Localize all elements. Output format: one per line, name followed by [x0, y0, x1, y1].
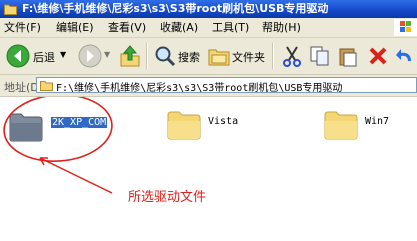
- back-arrow-icon: [6, 44, 30, 68]
- toolbar-separator: [146, 43, 148, 69]
- search-icon: [155, 46, 176, 67]
- annotation-overlay: [3, 97, 113, 194]
- undo-icon: [396, 49, 411, 61]
- address-field[interactable]: F:\维修\手机维修\尼彩s3\s3\S3带root刷机包\USB专用驱动: [36, 77, 417, 94]
- up-folder-icon: [120, 45, 140, 67]
- toolbar: 后退 ▼ ▼ 搜索 文件夹: [0, 38, 417, 75]
- explorer-window: F:\维修\手机维修\尼彩s3\s3\S3带root刷机包\USB专用驱动 文件…: [0, 0, 417, 241]
- search-label: 搜索: [178, 51, 200, 64]
- menu-favorites[interactable]: 收藏(A): [160, 18, 198, 37]
- menu-bar: 文件(F) 编辑(E) 查看(V) 收藏(A) 工具(T) 帮助(H): [0, 18, 417, 38]
- windows-logo-icon: [394, 19, 417, 36]
- toolbar-separator: [272, 43, 274, 69]
- menu-file[interactable]: 文件(F): [4, 18, 41, 37]
- folders-icon: [208, 49, 230, 66]
- address-path: F:\维修\手机维修\尼彩s3\s3\S3带root刷机包\USB专用驱动: [56, 83, 343, 94]
- forward-arrow-icon: [78, 44, 102, 68]
- back-label: 后退: [33, 51, 55, 64]
- back-button[interactable]: 后退 ▼: [4, 38, 68, 74]
- back-dropdown-icon[interactable]: ▼: [60, 50, 66, 59]
- address-bar: 地址(D) F:\维修\手机维修\尼彩s3\s3\S3带root刷机包\USB专…: [0, 75, 417, 97]
- menu-help[interactable]: 帮助(H): [262, 18, 301, 37]
- forward-button[interactable]: ▼: [76, 38, 112, 74]
- undo-button[interactable]: [394, 38, 417, 74]
- cut-button[interactable]: [280, 38, 304, 74]
- up-folder-button[interactable]: [118, 38, 142, 74]
- copy-button[interactable]: [308, 38, 332, 74]
- window-title: F:\维修\手机维修\尼彩s3\s3\S3带root刷机包\USB专用驱动: [22, 2, 329, 15]
- folder-icon: [40, 81, 53, 91]
- folder-icon: [4, 4, 17, 15]
- menu-tools[interactable]: 工具(T): [212, 18, 249, 37]
- title-bar[interactable]: F:\维修\手机维修\尼彩s3\s3\S3带root刷机包\USB专用驱动: [0, 0, 417, 18]
- folders-label: 文件夹: [232, 51, 265, 64]
- menu-edit[interactable]: 编辑(E): [56, 18, 94, 37]
- paste-icon: [339, 48, 357, 67]
- delete-button[interactable]: [366, 38, 390, 74]
- delete-icon: [369, 47, 387, 65]
- folders-button[interactable]: 文件夹: [206, 38, 266, 74]
- scissors-icon: [283, 46, 301, 67]
- search-button[interactable]: 搜索: [152, 38, 202, 74]
- forward-dropdown-icon[interactable]: ▼: [104, 50, 110, 59]
- annotation-text: 所选驱动文件: [128, 190, 207, 205]
- annotation-ellipse: [3, 97, 113, 162]
- menu-view[interactable]: 查看(V): [108, 18, 146, 37]
- annotation-arrow-line: [39, 157, 113, 194]
- copy-icon: [310, 46, 329, 66]
- paste-button[interactable]: [336, 38, 360, 74]
- file-list: 2K_XP_COM Vista Win7 所选驱动文件: [0, 97, 417, 241]
